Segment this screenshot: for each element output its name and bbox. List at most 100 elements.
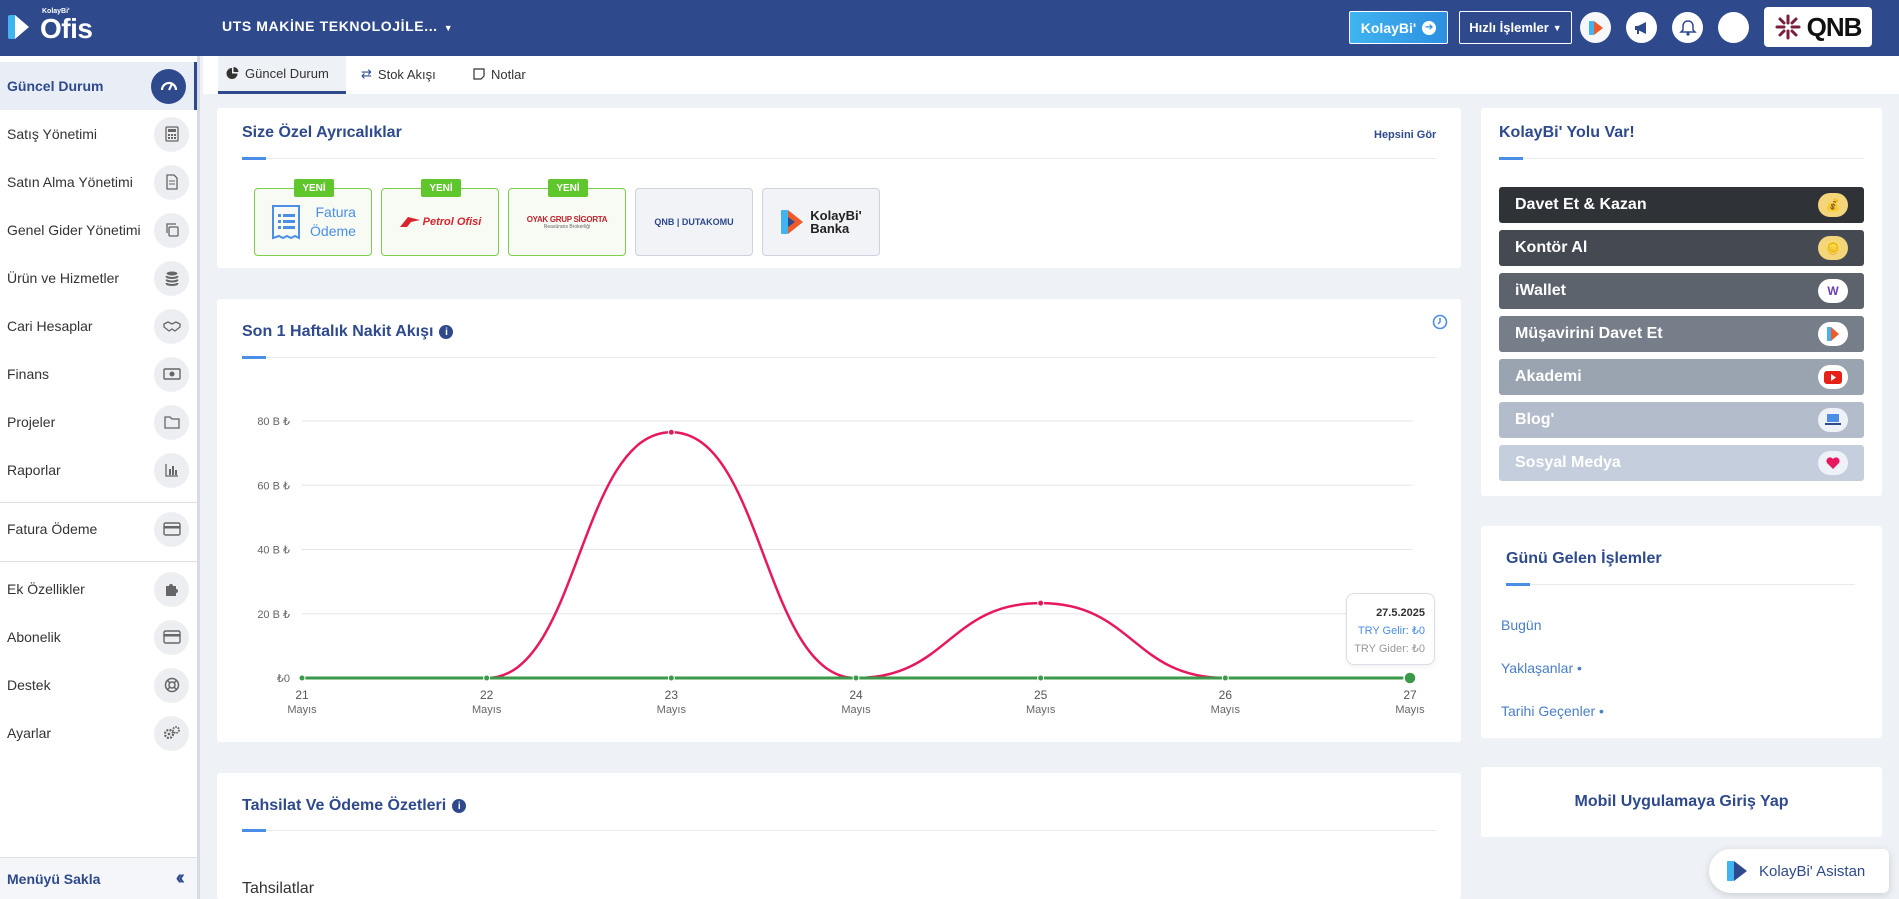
petrol-label: Petrol Ofisi (422, 216, 482, 228)
title-accent (242, 356, 266, 359)
info-icon[interactable]: i (439, 325, 454, 339)
invite-accountant-button[interactable]: Müşavirini Davet Et (1499, 316, 1864, 352)
tab-label: Güncel Durum (245, 66, 329, 81)
iwallet-logo-icon: W (1818, 279, 1848, 303)
logo-big-text: Ofis (40, 13, 93, 44)
qnb-bank-logo[interactable]: QNB (1764, 7, 1872, 47)
cashflow-title: Son 1 Haftalık Nakit Akışı (242, 323, 434, 340)
sidebar-item-genel-gider[interactable]: Genel Gider Yönetimi (0, 206, 197, 254)
kb-btn-label: iWallet (1515, 282, 1566, 299)
oyak-sub: Reasürans Brokerliği (543, 223, 591, 230)
tab-label: Stok Akışı (377, 66, 436, 82)
app-logo[interactable]: KolayBi' Ofis (6, 8, 93, 44)
qnb-partner-label: QNB | DUTAKOMU (654, 217, 734, 227)
y-tick-label: 80 B ₺ (257, 416, 290, 428)
data-point (1037, 674, 1045, 682)
mobile-login-card[interactable]: Mobil Uygulamaya Giriş Yap (1481, 767, 1882, 837)
upcoming-link[interactable]: Yaklaşanlar • (1501, 660, 1582, 676)
kolaybi-app-icon[interactable] (1580, 12, 1611, 43)
iwallet-button[interactable]: iWallet W (1499, 273, 1864, 309)
title-accent (242, 157, 266, 160)
assistant-label: KolayBi' Asistan (1759, 862, 1866, 880)
overdue-link[interactable]: Tarihi Geçenler • (1501, 703, 1604, 719)
exchange-icon: ⇄ (361, 66, 372, 81)
kb-btn-label: Müşavirini Davet Et (1515, 325, 1663, 342)
y-tick-label: 20 B ₺ (257, 609, 290, 621)
info-icon[interactable]: i (452, 799, 467, 813)
blog-button[interactable]: Blog' (1499, 402, 1864, 438)
sidebar-item-label: Cari Hesaplar (7, 318, 93, 334)
sidebar-item-ek-ozellikler[interactable]: Ek Özellikler (0, 565, 197, 613)
privilege-kolaybi-banka[interactable]: KolayBi' Banka (762, 188, 880, 256)
sidebar-item-projeler[interactable]: Projeler (0, 398, 197, 446)
privilege-oyak-sigorta[interactable]: YENİ OYAK GRUP SİGORTA Reasürans Brokerl… (508, 179, 626, 256)
hide-menu-button[interactable]: Menüyü Sakla ‹‹ (0, 857, 197, 899)
sidebar-item-finans[interactable]: Finans (0, 350, 197, 398)
see-all-link[interactable]: Hepsini Gör (1374, 129, 1436, 141)
tab-notlar[interactable]: Notlar (465, 56, 534, 92)
title-accent (1499, 157, 1523, 160)
youtube-icon (1818, 365, 1848, 389)
sidebar-item-ayarlar[interactable]: Ayarlar (0, 709, 197, 757)
tab-bar: Güncel Durum ⇄ Stok Akışı Notlar (203, 56, 1899, 94)
quick-actions-label: Hızlı İşlemler (1469, 20, 1549, 35)
tooltip-date: 27.5.2025 (1376, 607, 1425, 619)
invoice-icon (272, 205, 301, 240)
summary-card (217, 773, 1461, 899)
sidebar-item-label: Finans (7, 366, 50, 382)
x-tick-label: Mayıs (841, 704, 871, 716)
title-divider (266, 357, 1436, 358)
clock-history-icon[interactable] (1432, 314, 1448, 335)
caret-down-icon: ▼ (1552, 22, 1562, 33)
kolaybi-button[interactable]: KolayBi' ➔ (1349, 11, 1448, 44)
sidebar-item-satis[interactable]: Satış Yönetimi (0, 110, 197, 158)
double-chevron-left-icon: ‹‹ (175, 867, 186, 889)
sidebar-item-satin-alma[interactable]: Satın Alma Yönetimi (0, 158, 197, 206)
x-tick-label: Mayıs (1395, 704, 1425, 716)
title-divider (1523, 158, 1864, 159)
data-point (483, 674, 491, 682)
x-tick-label: Mayıs (1026, 704, 1056, 716)
assistant-button[interactable]: KolayBi' Asistan (1709, 849, 1889, 893)
sidebar-item-destek[interactable]: Destek (0, 661, 197, 709)
privilege-petrol-ofisi[interactable]: YENİ Petrol Ofisi (381, 179, 499, 256)
copy-icon (154, 212, 189, 248)
quick-actions-button[interactable]: Hızlı İşlemler ▼ (1459, 11, 1572, 44)
sidebar-item-guncel-durum[interactable]: Güncel Durum (0, 62, 197, 110)
kb-btn-label: Akademi (1515, 368, 1582, 385)
megaphone-icon[interactable] (1626, 12, 1657, 43)
tooltip-expense: TRY Gider: ₺0 (1354, 643, 1425, 655)
privilege-qnb[interactable]: QNB | DUTAKOMU (635, 188, 753, 256)
arrow-right-icon: ➔ (1422, 20, 1437, 35)
tab-stok-akisi[interactable]: ⇄ Stok Akışı (353, 56, 444, 92)
sidebar-item-cari[interactable]: Cari Hesaplar (0, 302, 197, 350)
new-badge: YENİ (548, 179, 588, 197)
social-media-button[interactable]: Sosyal Medya (1499, 445, 1864, 481)
fatura-line1: Fatura (315, 204, 356, 220)
title-accent (242, 829, 266, 832)
user-avatar[interactable] (1718, 12, 1749, 43)
cashflow-title-row: Son 1 Haftalık Nakit Akışı i (242, 323, 454, 341)
company-selector[interactable]: UTS MAKİNE TEKNOLOJİLE... ▼ (222, 18, 453, 34)
chart-tooltip: 27.5.2025 TRY Gelir: ₺0 TRY Gider: ₺0 (1346, 593, 1435, 665)
buy-credits-button[interactable]: Kontör Al 🪙 (1499, 230, 1864, 266)
summary-title-row: Tahsilat Ve Ödeme Özetleri i (242, 797, 467, 815)
tab-guncel-durum[interactable]: Güncel Durum (218, 56, 346, 94)
sidebar-item-fatura-odeme[interactable]: Fatura Ödeme (0, 505, 197, 553)
kolaybi-button-label: KolayBi' (1360, 19, 1417, 36)
sidebar-item-raporlar[interactable]: Raporlar (0, 446, 197, 494)
sidebar-item-abonelik[interactable]: Abonelik (0, 613, 197, 661)
data-point (1403, 671, 1417, 685)
y-tick-label: 60 B ₺ (257, 480, 290, 492)
company-name: UTS MAKİNE TEKNOLOJİLE... (222, 18, 438, 34)
y-tick-label: 40 B ₺ (257, 545, 290, 557)
academy-button[interactable]: Akademi (1499, 359, 1864, 395)
x-tick-label: 27 (1403, 688, 1417, 702)
invite-earn-button[interactable]: Davet Et & Kazan 💰 (1499, 187, 1864, 223)
bell-icon[interactable] (1672, 12, 1703, 43)
privilege-fatura-odeme[interactable]: YENİ Fatura Ödeme (254, 179, 372, 256)
sidebar-item-urun[interactable]: Ürün ve Hizmetler (0, 254, 197, 302)
kb-banka-line2: Banka (810, 221, 850, 236)
petrol-ofisi-logo-icon (399, 217, 420, 227)
today-link[interactable]: Bugün (1501, 617, 1541, 633)
